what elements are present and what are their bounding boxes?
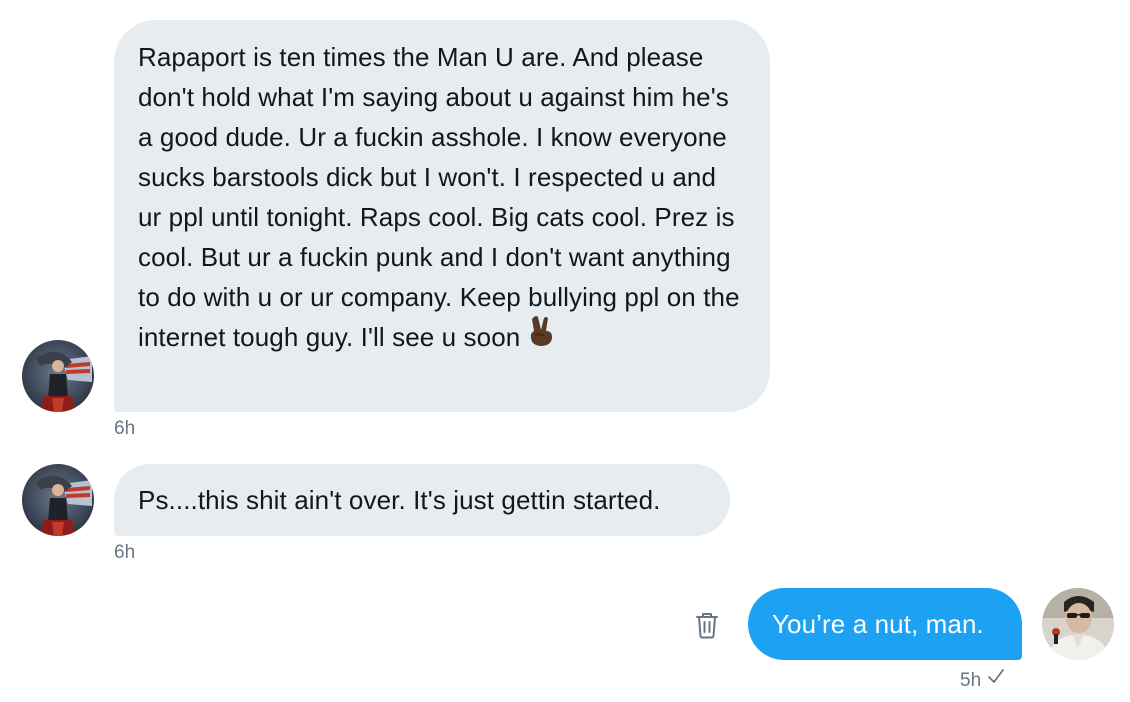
message-timestamp-row: 5h	[960, 668, 1005, 692]
sender-avatar[interactable]	[22, 340, 94, 412]
received-message-bubble[interactable]: Rapaport is ten times the Man U are. And…	[114, 20, 770, 412]
victory-hand-emoji-icon	[526, 315, 556, 358]
message-timestamp: 6h	[114, 542, 136, 563]
trash-icon[interactable]	[694, 611, 720, 639]
message-timestamp: 6h	[114, 418, 136, 439]
sender-avatar[interactable]	[22, 464, 94, 536]
message-text: Rapaport is ten times the Man U are. And…	[138, 42, 740, 352]
message-text: Ps....this shit ain't over. It's just ge…	[138, 485, 661, 515]
message-timestamp: 5h	[960, 670, 982, 691]
user-avatar[interactable]	[1042, 588, 1114, 660]
message-text: You’re a nut, man.	[772, 609, 984, 639]
received-message-bubble[interactable]: Ps....this shit ain't over. It's just ge…	[114, 464, 730, 536]
sent-message-bubble[interactable]: You’re a nut, man.	[748, 588, 1022, 660]
check-icon	[987, 668, 1005, 690]
